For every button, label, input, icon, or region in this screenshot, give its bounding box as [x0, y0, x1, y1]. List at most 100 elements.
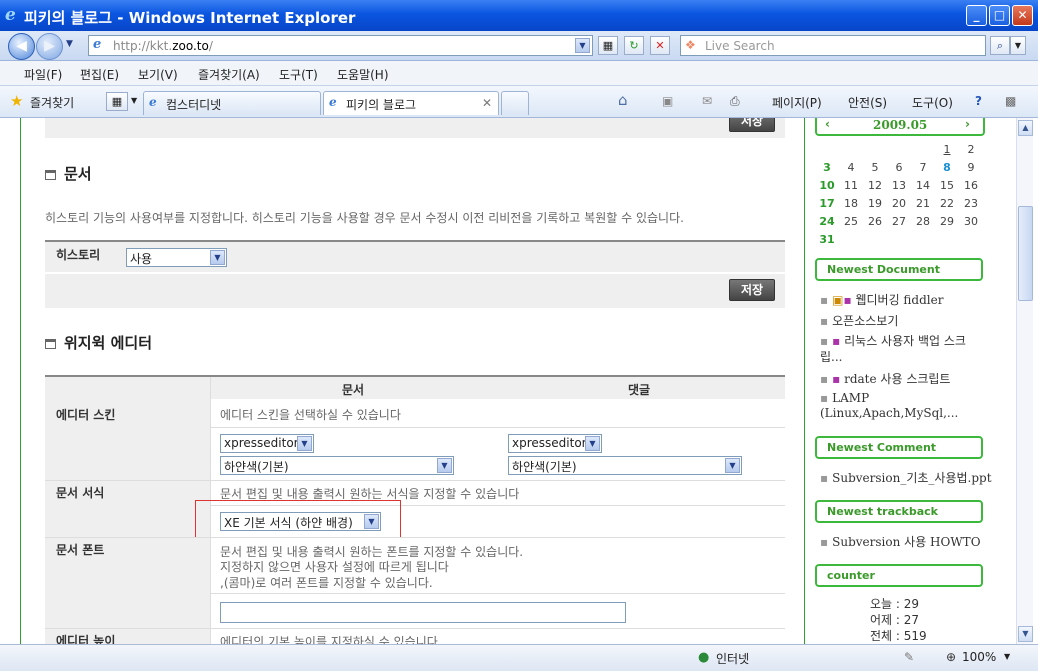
calendar-day[interactable]: 23 [959, 197, 983, 210]
calendar-day[interactable]: 9 [959, 161, 983, 174]
calendar-day[interactable]: 21 [911, 197, 935, 210]
calendar-day[interactable]: 11 [839, 179, 863, 192]
calendar-day[interactable]: 8 [935, 161, 959, 174]
calendar-day[interactable]: 24 [815, 215, 839, 228]
vertical-scrollbar[interactable]: ▲ ▼ [1016, 118, 1033, 644]
compat-view-icon[interactable]: ▦ [598, 36, 618, 55]
calendar-day[interactable]: 26 [863, 215, 887, 228]
scroll-thumb[interactable] [1018, 206, 1033, 301]
tab-comstudy[interactable]: e 컴스터디넷 [143, 91, 321, 115]
calendar-day[interactable]: 10 [815, 179, 839, 192]
doc-skin-select[interactable]: xpresseditor ▼ [220, 434, 314, 453]
zoom-dropdown-icon[interactable]: ▼ [1004, 652, 1010, 661]
doc-color-select[interactable]: 하얀색(기본) ▼ [220, 456, 454, 475]
zoom-level[interactable]: 100% [962, 650, 996, 664]
menu-edit[interactable]: 편집(E) [80, 66, 119, 83]
menu-help[interactable]: 도움말(H) [337, 66, 389, 83]
close-button[interactable]: ✕ [1012, 5, 1033, 26]
calendar-day[interactable]: 13 [887, 179, 911, 192]
help-icon[interactable]: ? [975, 94, 982, 108]
favorites-star-icon[interactable]: ★ [10, 92, 23, 110]
calendar-next[interactable]: › [965, 118, 970, 131]
calendar-day[interactable]: 3 [815, 161, 839, 174]
calendar-day[interactable]: 1 [935, 143, 959, 156]
comment-skin-select[interactable]: xpresseditor ▼ [508, 434, 602, 453]
title-bar: e 피키의 블로그 - Windows Internet Explorer _ … [0, 0, 1038, 31]
save-button-top[interactable]: 저장 [729, 118, 775, 132]
calendar-day[interactable]: 2 [959, 143, 983, 156]
research-icon[interactable]: ▩ [1005, 94, 1016, 108]
calendar-day[interactable]: 12 [863, 179, 887, 192]
calendar-day[interactable]: 5 [863, 161, 887, 174]
minimize-button[interactable]: _ [966, 5, 987, 26]
comment-color-select[interactable]: 하얀색(기본) ▼ [508, 456, 742, 475]
style-select[interactable]: XE 기본 서식 (하얀 배경) ▼ [220, 512, 381, 531]
history-select[interactable]: 사용 ▼ [126, 248, 227, 267]
tab-pikki-blog[interactable]: e 피키의 블로그 ✕ [323, 91, 499, 115]
calendar-day[interactable]: 29 [935, 215, 959, 228]
back-button[interactable]: ◀ [8, 33, 35, 60]
menu-favorites[interactable]: 즐겨찾기(A) [198, 66, 260, 83]
calendar-day[interactable]: 28 [911, 215, 935, 228]
history-dropdown-icon[interactable]: ▼ [66, 39, 73, 49]
menu-file[interactable]: 파일(F) [24, 66, 62, 83]
list-item[interactable]: ▪ ▪ 리눅스 사용자 백업 스크립... [820, 333, 970, 365]
list-item[interactable]: ▪ ▣▪ 웹디버깅 fiddler [820, 291, 943, 308]
mail-icon[interactable]: ✉ [702, 94, 712, 108]
calendar-prev[interactable]: ‹ [825, 118, 830, 131]
calendar-day[interactable]: 15 [935, 179, 959, 192]
page-menu[interactable]: 페이지(P) [772, 94, 822, 111]
font-input[interactable] [220, 602, 626, 623]
scroll-up-icon[interactable]: ▲ [1018, 120, 1033, 136]
list-item[interactable]: ▪ ▪ rdate 사용 스크립트 [820, 370, 950, 387]
search-input[interactable]: ❖ Live Search [680, 35, 986, 56]
calendar-day[interactable]: 25 [839, 215, 863, 228]
forward-button[interactable]: ▶ [36, 33, 63, 60]
feeds-icon[interactable]: ▣ [662, 94, 673, 108]
calendar-day[interactable]: 30 [959, 215, 983, 228]
list-item[interactable]: ▪ LAMP (Linux,Apach,MySql,... [820, 391, 958, 421]
tab-label: 피키의 블로그 [346, 98, 417, 112]
doc-save-button[interactable]: 저장 [729, 279, 775, 301]
address-dropdown[interactable]: ▼ [575, 37, 591, 54]
calendar-day[interactable]: 31 [815, 233, 839, 246]
calendar-day[interactable]: 18 [839, 197, 863, 210]
print-icon[interactable]: ⎙ [730, 94, 740, 109]
protected-mode-icon[interactable]: ✎ [904, 650, 914, 664]
home-icon[interactable]: ⌂ [618, 91, 628, 109]
safety-menu[interactable]: 안전(S) [848, 94, 887, 111]
search-options-icon[interactable]: ▼ [1010, 36, 1026, 55]
calendar-day[interactable]: 27 [887, 215, 911, 228]
calendar-day[interactable]: 20 [887, 197, 911, 210]
maximize-button[interactable]: □ [989, 5, 1010, 26]
tab-close-icon[interactable]: ✕ [482, 96, 492, 110]
list-item[interactable]: ▪ Subversion 사용 HOWTO [820, 533, 981, 550]
tools-menu[interactable]: 도구(O) [912, 94, 953, 111]
calendar-day[interactable]: 7 [911, 161, 935, 174]
menu-view[interactable]: 보기(V) [138, 66, 178, 83]
right-border [804, 118, 805, 644]
calendar-day[interactable]: 22 [935, 197, 959, 210]
history-select-value: 사용 [130, 252, 153, 266]
tab-bar: ★ 즐겨찾기 ▦ ▼ e 컴스터디넷 e 피키의 블로그 ✕ ⌂ ▣ ✉ ⎙ 페… [0, 86, 1038, 118]
list-item[interactable]: ▪ 오픈소스보기 [820, 312, 898, 329]
refresh-icon[interactable]: ↻ [624, 36, 644, 55]
list-item-text: 오픈소스보기 [832, 314, 899, 328]
quick-tabs-icon[interactable]: ▦ [106, 92, 128, 111]
list-item-text: LAMP (Linux,Apach,MySql,... [820, 391, 959, 420]
favorites-button[interactable]: 즐겨찾기 [30, 94, 74, 111]
stop-icon[interactable]: ✕ [650, 36, 670, 55]
calendar-day[interactable]: 14 [911, 179, 935, 192]
calendar-day[interactable]: 19 [863, 197, 887, 210]
search-icon[interactable]: ⌕ [990, 36, 1010, 55]
scroll-down-icon[interactable]: ▼ [1018, 626, 1033, 642]
calendar-day[interactable]: 4 [839, 161, 863, 174]
address-input[interactable]: e http://kkt.zoo.to/ ▼ [88, 35, 593, 56]
calendar-day[interactable]: 16 [959, 179, 983, 192]
new-tab-button[interactable] [501, 91, 529, 115]
list-item[interactable]: ▪ Subversion_기초_사용법.ppt [820, 469, 992, 486]
calendar-day[interactable]: 17 [815, 197, 839, 210]
menu-tools[interactable]: 도구(T) [279, 66, 318, 83]
calendar-day[interactable]: 6 [887, 161, 911, 174]
tab-list-dropdown-icon[interactable]: ▼ [131, 96, 137, 105]
